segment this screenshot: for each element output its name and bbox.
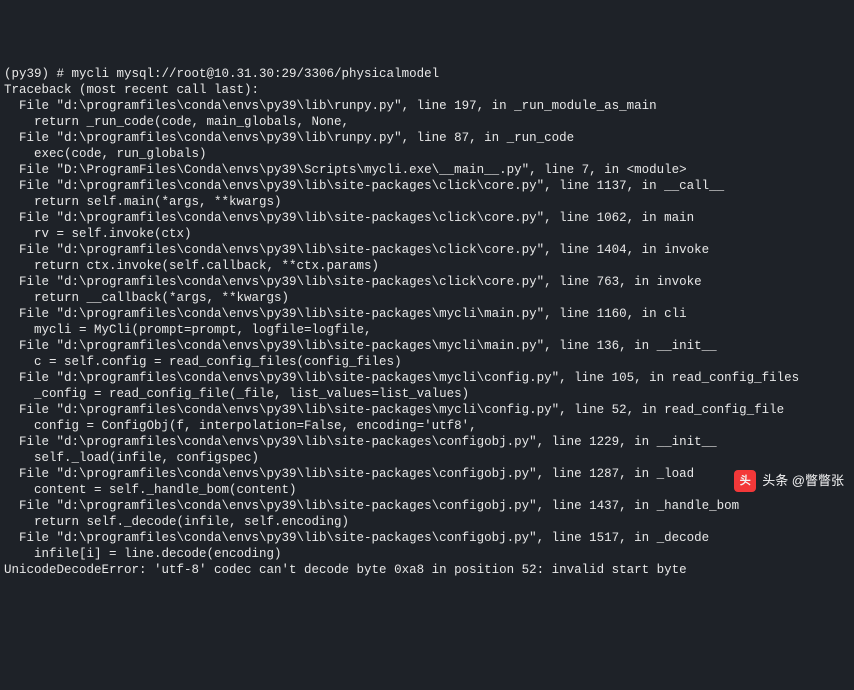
terminal-line: (py39) # mycli mysql://root@10.31.30:29/… — [4, 66, 850, 82]
terminal-line: File "d:\programfiles\conda\envs\py39\li… — [4, 98, 850, 114]
terminal-line: return self.main(*args, **kwargs) — [4, 194, 850, 210]
terminal-line: return _run_code(code, main_globals, Non… — [4, 114, 850, 130]
terminal-line: File "d:\programfiles\conda\envs\py39\li… — [4, 466, 850, 482]
terminal-line: config = ConfigObj(f, interpolation=Fals… — [4, 418, 850, 434]
terminal-line: c = self.config = read_config_files(conf… — [4, 354, 850, 370]
terminal-line: File "d:\programfiles\conda\envs\py39\li… — [4, 402, 850, 418]
terminal-line: self._load(infile, configspec) — [4, 450, 850, 466]
terminal-line: mycli = MyCli(prompt=prompt, logfile=log… — [4, 322, 850, 338]
terminal-line: content = self._handle_bom(content) — [4, 482, 850, 498]
terminal-line: exec(code, run_globals) — [4, 146, 850, 162]
terminal-line: File "d:\programfiles\conda\envs\py39\li… — [4, 434, 850, 450]
terminal-line: Traceback (most recent call last): — [4, 82, 850, 98]
terminal-line: File "d:\programfiles\conda\envs\py39\li… — [4, 498, 850, 514]
terminal-line: return self._decode(infile, self.encodin… — [4, 514, 850, 530]
terminal-line: File "d:\programfiles\conda\envs\py39\li… — [4, 130, 850, 146]
terminal-line: File "d:\programfiles\conda\envs\py39\li… — [4, 338, 850, 354]
terminal-line: infile[i] = line.decode(encoding) — [4, 546, 850, 562]
terminal-line: UnicodeDecodeError: 'utf-8' codec can't … — [4, 562, 850, 578]
terminal-line: File "d:\programfiles\conda\envs\py39\li… — [4, 306, 850, 322]
terminal-line: File "d:\programfiles\conda\envs\py39\li… — [4, 274, 850, 290]
terminal-line: File "d:\programfiles\conda\envs\py39\li… — [4, 242, 850, 258]
terminal-line: rv = self.invoke(ctx) — [4, 226, 850, 242]
terminal-line: _config = read_config_file(_file, list_v… — [4, 386, 850, 402]
watermark-logo-icon: 头 — [734, 470, 756, 492]
terminal-line: File "d:\programfiles\conda\envs\py39\li… — [4, 210, 850, 226]
watermark: 头 头条 @瞥瞥张 — [734, 470, 844, 492]
watermark-label: 头条 @瞥瞥张 — [762, 473, 844, 490]
terminal-output[interactable]: (py39) # mycli mysql://root@10.31.30:29/… — [4, 66, 850, 578]
terminal-line: return ctx.invoke(self.callback, **ctx.p… — [4, 258, 850, 274]
terminal-line: File "d:\programfiles\conda\envs\py39\li… — [4, 370, 850, 386]
terminal-line: File "d:\programfiles\conda\envs\py39\li… — [4, 530, 850, 546]
terminal-line: File "D:\ProgramFiles\Conda\envs\py39\Sc… — [4, 162, 850, 178]
terminal-line: return __callback(*args, **kwargs) — [4, 290, 850, 306]
terminal-line: File "d:\programfiles\conda\envs\py39\li… — [4, 178, 850, 194]
